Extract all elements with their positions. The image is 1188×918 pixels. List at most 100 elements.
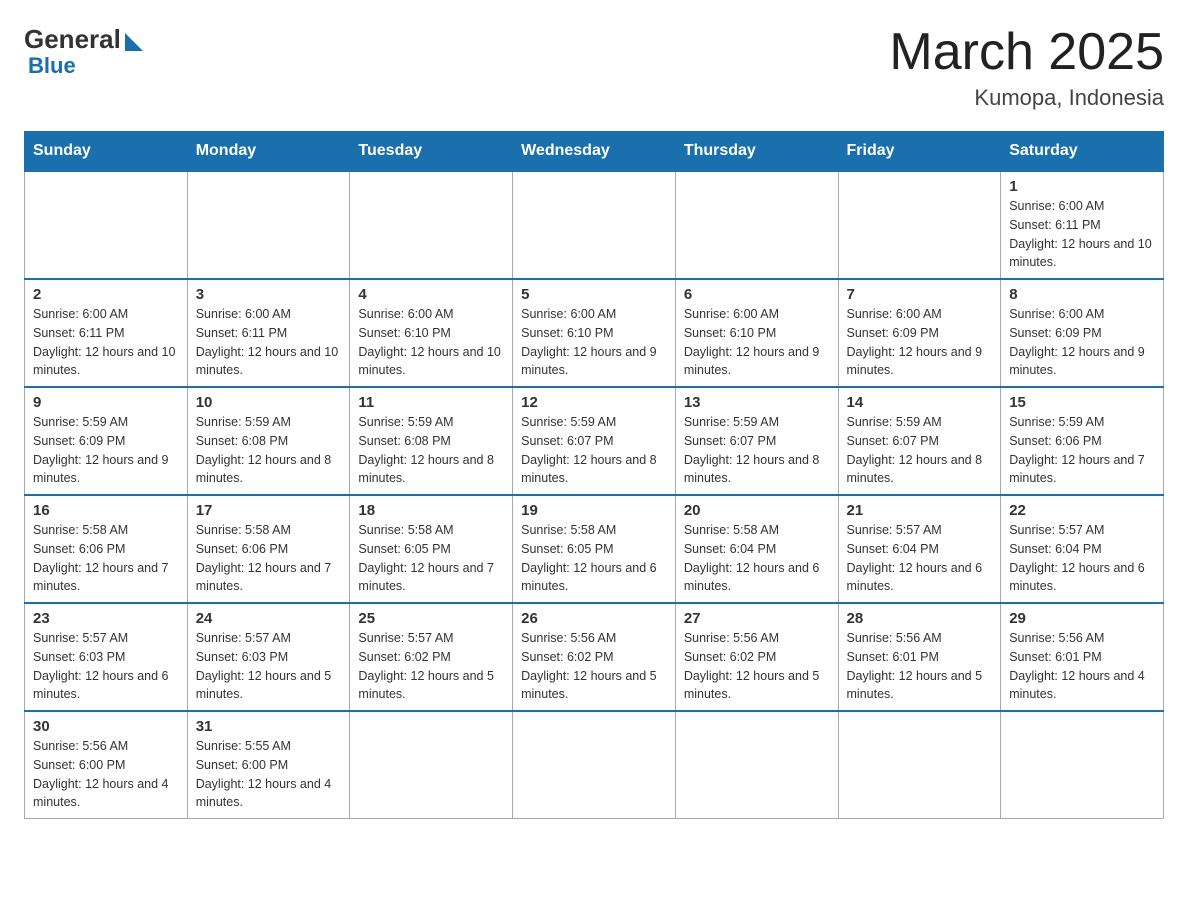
calendar-subtitle: Kumopa, Indonesia [889, 85, 1164, 111]
day-number: 12 [521, 394, 667, 411]
day-info: Sunrise: 5:58 AMSunset: 6:05 PMDaylight:… [521, 521, 667, 596]
day-info: Sunrise: 5:59 AMSunset: 6:08 PMDaylight:… [358, 413, 504, 488]
day-number: 14 [847, 394, 993, 411]
week-row: 9 Sunrise: 5:59 AMSunset: 6:09 PMDaylight… [25, 387, 1164, 495]
calendar-cell [350, 171, 513, 279]
day-number: 10 [196, 394, 342, 411]
day-number: 18 [358, 502, 504, 519]
day-info: Sunrise: 5:56 AMSunset: 6:00 PMDaylight:… [33, 737, 179, 812]
day-of-week-header: Monday [187, 132, 350, 172]
week-row: 1Sunrise: 6:00 AMSunset: 6:11 PMDaylight… [25, 171, 1164, 279]
day-number: 22 [1009, 502, 1155, 519]
day-number: 20 [684, 502, 830, 519]
day-number: 1 [1009, 178, 1155, 195]
day-of-week-header: Tuesday [350, 132, 513, 172]
day-number: 11 [358, 394, 504, 411]
calendar-cell: 1Sunrise: 6:00 AMSunset: 6:11 PMDaylight… [1001, 171, 1164, 279]
day-number: 25 [358, 610, 504, 627]
logo-blue-text: Blue [28, 53, 76, 79]
day-number: 4 [358, 286, 504, 303]
calendar-cell: 18 Sunrise: 5:58 AMSunset: 6:05 PMDayligh… [350, 495, 513, 603]
calendar-cell [675, 711, 838, 819]
day-info: Sunrise: 5:59 AMSunset: 6:07 PMDaylight:… [521, 413, 667, 488]
calendar-cell: 20 Sunrise: 5:58 AMSunset: 6:04 PMDayligh… [675, 495, 838, 603]
day-number: 23 [33, 610, 179, 627]
header-row: SundayMondayTuesdayWednesdayThursdayFrid… [25, 132, 1164, 172]
day-info: Sunrise: 5:59 AMSunset: 6:08 PMDaylight:… [196, 413, 342, 488]
calendar-cell [838, 711, 1001, 819]
calendar-cell [25, 171, 188, 279]
calendar-cell [513, 171, 676, 279]
calendar-cell: 9 Sunrise: 5:59 AMSunset: 6:09 PMDaylight… [25, 387, 188, 495]
day-info: Sunrise: 5:56 AMSunset: 6:02 PMDaylight:… [521, 629, 667, 704]
day-info: Sunrise: 5:59 AMSunset: 6:09 PMDaylight:… [33, 413, 179, 488]
day-number: 19 [521, 502, 667, 519]
calendar-cell: 6Sunrise: 6:00 AMSunset: 6:10 PMDaylight… [675, 279, 838, 387]
calendar-cell: 8 Sunrise: 6:00 AMSunset: 6:09 PMDaylight… [1001, 279, 1164, 387]
day-number: 30 [33, 718, 179, 735]
day-number: 24 [196, 610, 342, 627]
day-info: Sunrise: 5:58 AMSunset: 6:04 PMDaylight:… [684, 521, 830, 596]
calendar-cell: 17Sunrise: 5:58 AMSunset: 6:06 PMDayligh… [187, 495, 350, 603]
day-number: 26 [521, 610, 667, 627]
day-number: 6 [684, 286, 830, 303]
day-info: Sunrise: 5:57 AMSunset: 6:03 PMDaylight:… [196, 629, 342, 704]
calendar-cell: 28Sunrise: 5:56 AMSunset: 6:01 PMDayligh… [838, 603, 1001, 711]
calendar-cell: 16 Sunrise: 5:58 AMSunset: 6:06 PMDayligh… [25, 495, 188, 603]
day-info: Sunrise: 6:00 AMSunset: 6:11 PMDaylight:… [196, 305, 342, 380]
calendar-cell: 13Sunrise: 5:59 AMSunset: 6:07 PMDayligh… [675, 387, 838, 495]
calendar-cell: 22 Sunrise: 5:57 AMSunset: 6:04 PMDayligh… [1001, 495, 1164, 603]
week-row: 2 Sunrise: 6:00 AMSunset: 6:11 PMDaylight… [25, 279, 1164, 387]
week-row: 30 Sunrise: 5:56 AMSunset: 6:00 PMDayligh… [25, 711, 1164, 819]
calendar-cell: 24 Sunrise: 5:57 AMSunset: 6:03 PMDayligh… [187, 603, 350, 711]
calendar-cell: 29Sunrise: 5:56 AMSunset: 6:01 PMDayligh… [1001, 603, 1164, 711]
calendar-cell [187, 171, 350, 279]
calendar-cell: 11 Sunrise: 5:59 AMSunset: 6:08 PMDayligh… [350, 387, 513, 495]
calendar-cell: 25Sunrise: 5:57 AMSunset: 6:02 PMDayligh… [350, 603, 513, 711]
week-row: 16 Sunrise: 5:58 AMSunset: 6:06 PMDayligh… [25, 495, 1164, 603]
day-number: 21 [847, 502, 993, 519]
calendar-cell: 31 Sunrise: 5:55 AMSunset: 6:00 PMDayligh… [187, 711, 350, 819]
day-number: 31 [196, 718, 342, 735]
day-info: Sunrise: 6:00 AMSunset: 6:09 PMDaylight:… [1009, 305, 1155, 380]
day-of-week-header: Thursday [675, 132, 838, 172]
calendar-cell [350, 711, 513, 819]
day-number: 2 [33, 286, 179, 303]
calendar-cell: 23 Sunrise: 5:57 AMSunset: 6:03 PMDayligh… [25, 603, 188, 711]
day-number: 16 [33, 502, 179, 519]
calendar-table: SundayMondayTuesdayWednesdayThursdayFrid… [24, 131, 1164, 819]
calendar-cell: 19 Sunrise: 5:58 AMSunset: 6:05 PMDayligh… [513, 495, 676, 603]
day-number: 15 [1009, 394, 1155, 411]
day-info: Sunrise: 5:58 AMSunset: 6:06 PMDaylight:… [33, 521, 179, 596]
day-number: 9 [33, 394, 179, 411]
calendar-cell: 21 Sunrise: 5:57 AMSunset: 6:04 PMDayligh… [838, 495, 1001, 603]
calendar-cell: 26 Sunrise: 5:56 AMSunset: 6:02 PMDayligh… [513, 603, 676, 711]
day-of-week-header: Sunday [25, 132, 188, 172]
calendar-cell: 7 Sunrise: 6:00 AMSunset: 6:09 PMDaylight… [838, 279, 1001, 387]
calendar-cell: 15 Sunrise: 5:59 AMSunset: 6:06 PMDayligh… [1001, 387, 1164, 495]
calendar-cell: 14Sunrise: 5:59 AMSunset: 6:07 PMDayligh… [838, 387, 1001, 495]
day-info: Sunrise: 5:59 AMSunset: 6:07 PMDaylight:… [684, 413, 830, 488]
day-info: Sunrise: 5:55 AMSunset: 6:00 PMDaylight:… [196, 737, 342, 812]
calendar-cell: 10 Sunrise: 5:59 AMSunset: 6:08 PMDayligh… [187, 387, 350, 495]
day-info: Sunrise: 5:58 AMSunset: 6:05 PMDaylight:… [358, 521, 504, 596]
calendar-cell: 12 Sunrise: 5:59 AMSunset: 6:07 PMDayligh… [513, 387, 676, 495]
day-number: 3 [196, 286, 342, 303]
calendar-cell: 27Sunrise: 5:56 AMSunset: 6:02 PMDayligh… [675, 603, 838, 711]
day-info: Sunrise: 6:00 AMSunset: 6:11 PMDaylight:… [33, 305, 179, 380]
day-number: 7 [847, 286, 993, 303]
calendar-cell [838, 171, 1001, 279]
calendar-cell [675, 171, 838, 279]
day-info: Sunrise: 5:56 AMSunset: 6:01 PMDaylight:… [847, 629, 993, 704]
day-number: 8 [1009, 286, 1155, 303]
calendar-cell [513, 711, 676, 819]
logo: General Blue [24, 24, 143, 79]
day-info: Sunrise: 5:56 AMSunset: 6:02 PMDaylight:… [684, 629, 830, 704]
day-info: Sunrise: 5:59 AMSunset: 6:06 PMDaylight:… [1009, 413, 1155, 488]
day-info: Sunrise: 5:57 AMSunset: 6:04 PMDaylight:… [847, 521, 993, 596]
day-info: Sunrise: 5:57 AMSunset: 6:03 PMDaylight:… [33, 629, 179, 704]
day-info: Sunrise: 5:57 AMSunset: 6:04 PMDaylight:… [1009, 521, 1155, 596]
calendar-cell: 5Sunrise: 6:00 AMSunset: 6:10 PMDaylight… [513, 279, 676, 387]
day-info: Sunrise: 6:00 AMSunset: 6:09 PMDaylight:… [847, 305, 993, 380]
calendar-cell: 2 Sunrise: 6:00 AMSunset: 6:11 PMDaylight… [25, 279, 188, 387]
